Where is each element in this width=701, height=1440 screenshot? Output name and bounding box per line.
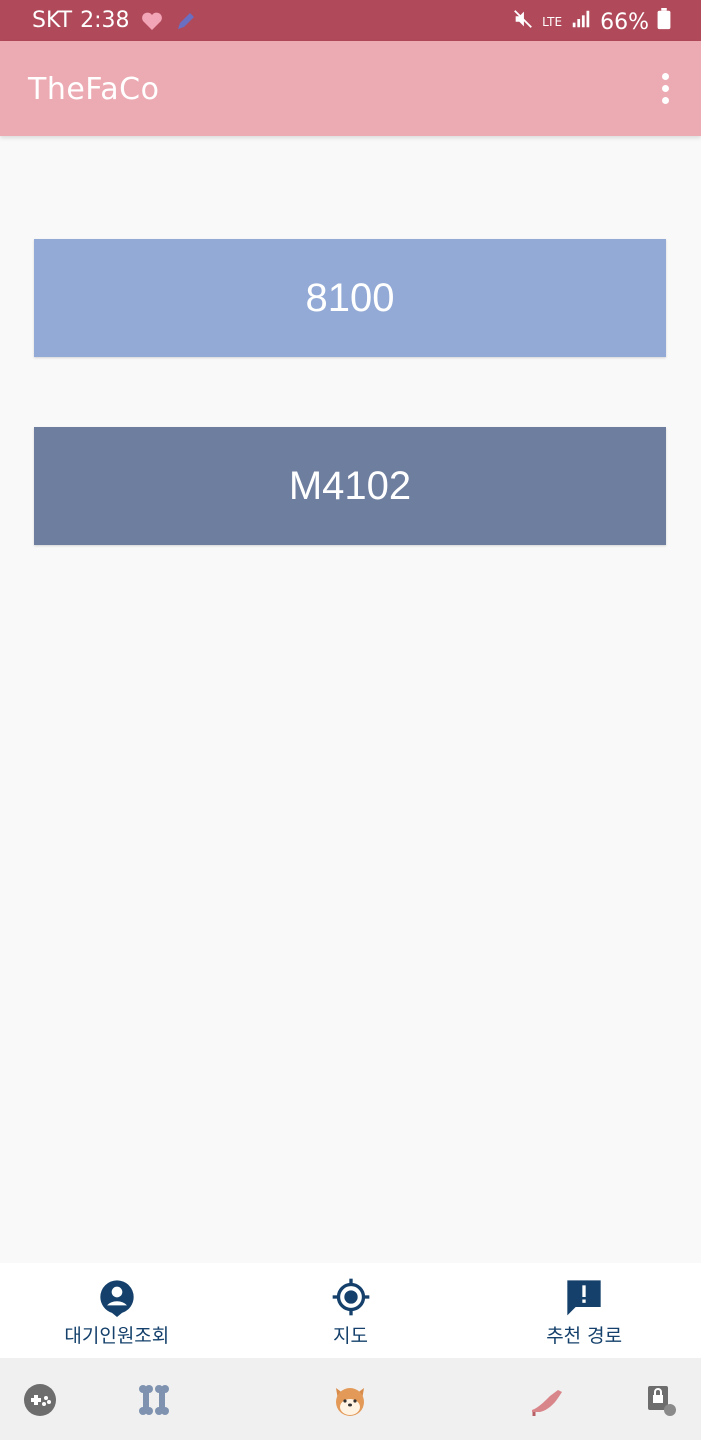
bone-icon[interactable] xyxy=(134,1380,174,1420)
route-button-m4102[interactable]: M4102 xyxy=(34,427,666,545)
game-icon[interactable] xyxy=(20,1380,60,1420)
nav-label-recommend: 추천 경로 xyxy=(546,1325,623,1347)
clock-label: 2:38 xyxy=(80,8,130,33)
signal-icon xyxy=(570,8,592,36)
app-title: TheFaCo xyxy=(28,72,160,107)
shiba-dog-icon[interactable] xyxy=(330,1380,370,1420)
route-button-8100[interactable]: 8100 xyxy=(34,239,666,357)
nav-item-recommend[interactable]: 추천 경로 xyxy=(467,1263,701,1358)
feedback-icon xyxy=(567,1280,601,1316)
heart-icon xyxy=(140,9,164,33)
status-left: SKT 2:38 xyxy=(32,8,198,33)
person-pin-icon xyxy=(100,1280,134,1317)
more-vert-icon[interactable] xyxy=(657,73,673,105)
network-label: LTE xyxy=(542,15,563,29)
battery-icon xyxy=(657,8,671,36)
app-bar: TheFaCo xyxy=(0,41,701,136)
nav-label-map: 지도 xyxy=(333,1325,368,1347)
system-navigation xyxy=(0,1358,701,1440)
my-location-icon xyxy=(332,1278,369,1316)
nav-label-waiting: 대기인원조회 xyxy=(64,1325,170,1347)
nav-item-map[interactable]: 지도 xyxy=(234,1263,468,1358)
status-right: LTE 66% xyxy=(512,8,671,36)
bottom-navigation: 대기인원조회 지도 추천 경로 xyxy=(0,1263,701,1358)
nav-item-waiting[interactable]: 대기인원조회 xyxy=(0,1263,234,1358)
carrier-label: SKT xyxy=(32,8,73,33)
mute-icon xyxy=(512,8,534,36)
lock-touch-icon[interactable] xyxy=(642,1380,682,1420)
pencil-icon xyxy=(174,9,198,33)
battery-label: 66% xyxy=(600,9,649,35)
shoe-icon[interactable] xyxy=(528,1380,568,1420)
status-bar: SKT 2:38 LTE 66% xyxy=(0,0,701,41)
